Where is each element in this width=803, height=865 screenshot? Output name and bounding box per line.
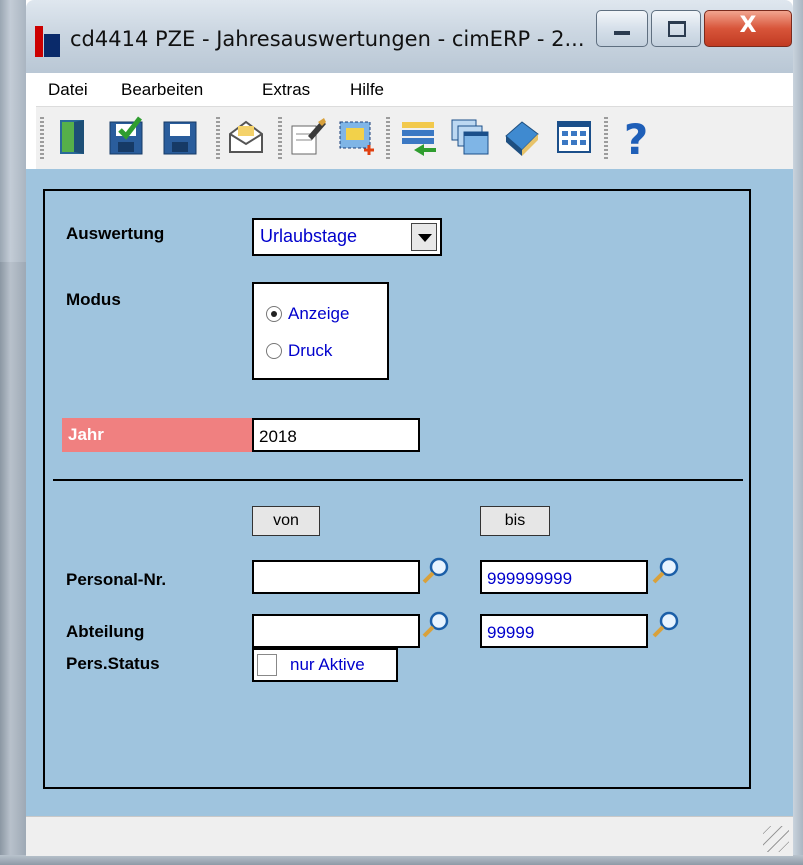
maximize-button[interactable]: [651, 10, 701, 47]
resize-grip-icon[interactable]: [763, 826, 789, 852]
personal-von-input[interactable]: [252, 560, 420, 594]
help-icon[interactable]: ?: [616, 116, 656, 158]
nur-aktive-container: nur Aktive: [252, 648, 398, 682]
status-bar: [26, 816, 793, 856]
maximize-icon: [668, 21, 686, 37]
modus-radio-group: Anzeige Druck: [252, 282, 389, 380]
radio-druck[interactable]: [266, 343, 282, 359]
new-record-icon[interactable]: [336, 116, 376, 158]
window-frame-right[interactable]: [793, 0, 803, 865]
personal-bis-search-icon[interactable]: [650, 556, 680, 586]
edit-note-icon[interactable]: [288, 116, 328, 158]
menu-datei[interactable]: Datei: [48, 80, 88, 100]
app-icon[interactable]: [35, 26, 60, 57]
menu-bearbeiten[interactable]: Bearbeiten: [121, 80, 203, 100]
von-button[interactable]: von: [252, 506, 320, 536]
toolbar-grip: [40, 117, 44, 159]
window-frame-bottom[interactable]: [0, 855, 803, 865]
jahr-label: Jahr: [62, 418, 252, 452]
radio-anzeige[interactable]: [266, 306, 282, 322]
nur-aktive-checkbox[interactable]: [257, 654, 277, 676]
radio-druck-label[interactable]: Druck: [288, 341, 332, 361]
abteilung-label: Abteilung: [66, 622, 145, 641]
window-frame-left-lower: [0, 262, 26, 865]
chevron-down-icon[interactable]: [411, 223, 437, 251]
close-icon: X: [739, 13, 757, 38]
abteilung-von-search-icon[interactable]: [420, 610, 450, 640]
toolbar-separator: [386, 117, 390, 159]
abteilung-bis-search-icon[interactable]: [650, 610, 680, 640]
exit-door-icon[interactable]: [52, 116, 92, 158]
close-button[interactable]: X: [704, 10, 792, 47]
bis-button[interactable]: bis: [480, 506, 550, 536]
modus-label: Modus: [66, 290, 121, 309]
abteilung-bis-input[interactable]: 99999: [480, 614, 648, 648]
svg-text:?: ?: [624, 116, 648, 158]
book-icon[interactable]: [502, 116, 542, 158]
radio-anzeige-label[interactable]: Anzeige: [288, 304, 349, 324]
minimize-icon: [614, 31, 630, 35]
window-title: cd4414 PZE - Jahresauswertungen - cimERP…: [70, 27, 585, 51]
import-list-icon[interactable]: [398, 116, 438, 158]
save-icon[interactable]: [160, 116, 200, 158]
save-check-icon[interactable]: [106, 116, 146, 158]
form-panel: [43, 189, 751, 789]
mail-icon[interactable]: [226, 116, 266, 158]
grid-icon[interactable]: [554, 116, 594, 158]
toolbar: ?: [36, 106, 793, 170]
auswertung-label: Auswertung: [66, 224, 165, 243]
menu-bar: Datei Bearbeiten Extras Hilfe: [36, 76, 793, 106]
personal-von-search-icon[interactable]: [420, 556, 450, 586]
windows-icon[interactable]: [450, 116, 490, 158]
jahr-input[interactable]: 2018: [252, 418, 420, 452]
auswertung-value: Urlaubstage: [260, 226, 358, 246]
menu-extras[interactable]: Extras: [262, 80, 310, 100]
abteilung-von-input[interactable]: [252, 614, 420, 648]
menu-hilfe[interactable]: Hilfe: [350, 80, 384, 100]
toolbar-separator: [604, 117, 608, 159]
toolbar-separator: [278, 117, 282, 159]
auswertung-dropdown[interactable]: Urlaubstage: [252, 218, 442, 256]
nur-aktive-label[interactable]: nur Aktive: [290, 655, 365, 675]
minimize-button[interactable]: [596, 10, 648, 47]
pers-status-label: Pers.Status: [66, 654, 160, 673]
application-window: cd4414 PZE - Jahresauswertungen - cimERP…: [0, 0, 803, 865]
personal-nr-label: Personal-Nr.: [66, 570, 167, 589]
personal-bis-input[interactable]: 999999999: [480, 560, 648, 594]
toolbar-separator: [216, 117, 220, 159]
section-divider: [53, 479, 743, 481]
